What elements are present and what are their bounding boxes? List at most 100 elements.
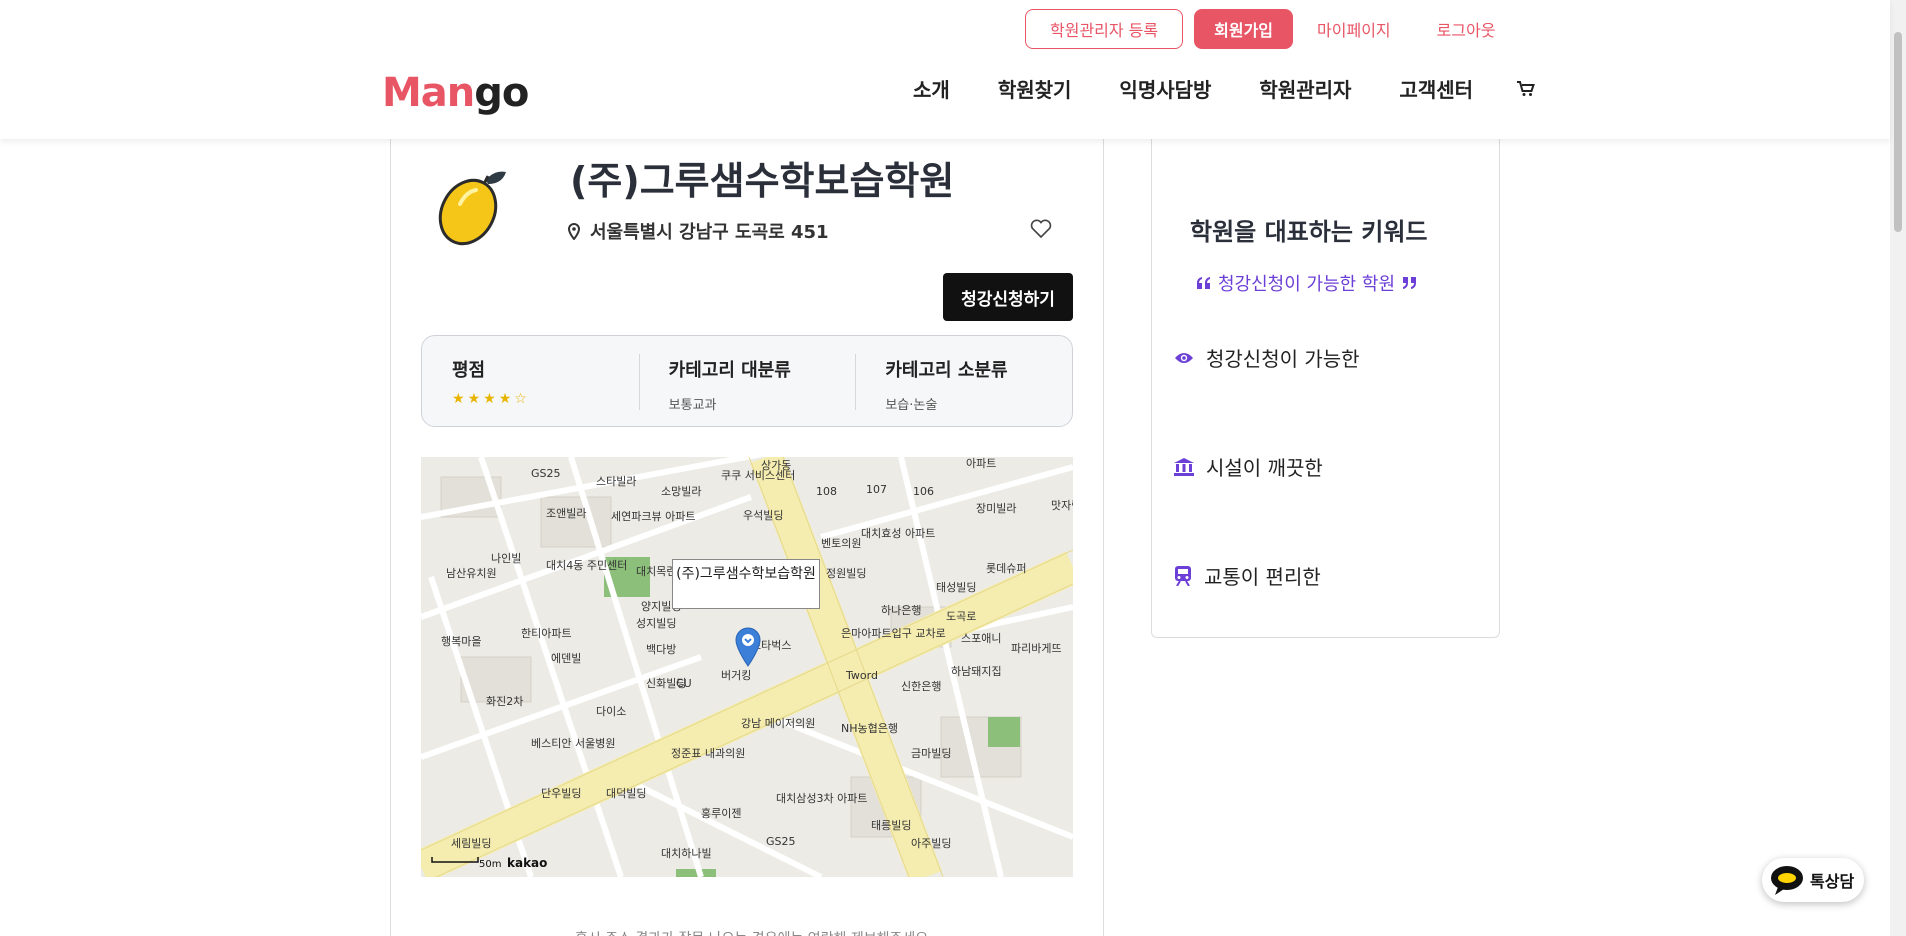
map-place-label: 은마아파트입구 교차로 [841,627,946,640]
map-place-label: 하나은행 [881,603,921,617]
map-place-label: 맛자랑빌딩 [1051,499,1073,512]
map-place-label: 강남 메이저의원 [741,717,815,730]
nav-item-intro[interactable]: 소개 [913,74,950,103]
map-place-label: 백다방 [646,643,676,656]
map-place-label: 에덴빌 [551,652,581,665]
map-place-label: 아주빌딩 [911,837,951,850]
academy-info-box: 평점 ★ ★ ★ ★ ☆ 카테고리 대분류 보통교과 카테고리 소분류 보습·논술 [421,335,1073,427]
major-category-cell: 카테고리 대분류 보통교과 [638,336,856,426]
map-place-label: 나인빌 [491,552,521,565]
logo-part2: go [474,70,529,116]
keyword-quote-text: 청강신청이 가능한 학원 [1218,274,1396,295]
map-place-label: 파리바게뜨 [1011,642,1062,655]
top-links: 학원관리자 등록 회원가입 마이페이지 로그아웃 [1025,9,1542,49]
map-place-label: 쿠쿠 서비스센터 [721,469,795,482]
quote-left-icon [1197,277,1210,289]
academy-admin-register-button[interactable]: 학원관리자 등록 [1025,9,1184,49]
map-place-label: GS25 [766,835,796,848]
map-place-label: 스포애니 [961,632,1001,645]
map-place-label: Tword [845,669,878,682]
map-place-label: 108 [816,485,837,498]
eye-icon [1175,352,1193,363]
map-place-label: 행복마을 [441,635,481,648]
logo[interactable]: Mango [382,70,529,116]
keyword-title: 학원을 대표하는 키워드 [1190,218,1428,246]
mango-icon [438,171,506,246]
map-place-label: 홍루이젠 [701,806,741,820]
rating-label: 평점 [452,360,486,381]
minor-category-label: 카테고리 소분류 [885,360,1008,381]
keyword-item-label: 청강신청이 가능한 [1206,347,1360,371]
kakao-logo: kakao [507,856,548,870]
kakao-map[interactable]: 상가동 GS25 스타빌라 소망빌라 쿠쿠 서비스센터 108 107 106 아파트 장미빌라 맛… [421,457,1073,877]
signup-button[interactable]: 회원가입 [1194,9,1294,49]
map-place-label: 정준표 내과의원 [671,747,745,760]
scale-bar-icon [431,857,479,863]
map-place-label: 장미빌라 [976,502,1016,515]
star-empty-icon: ☆ [514,391,527,407]
map-place-label: 단우빌딩 [541,787,581,800]
keyword-item-facility: 시설이 깨끗한 [1174,452,1323,481]
map-place-label: 106 [913,485,934,498]
map-place-label: 도곡로 [946,610,976,623]
chat-bubble-icon [1771,866,1803,895]
page: 학원관리자 등록 회원가입 마이페이지 로그아웃 Mango 소개 학원찾기 익… [0,0,1906,936]
map-place-label: 스타빌라 [596,475,636,488]
map-place-label: 베스티안 서울병원 [531,737,615,750]
map-place-label: 대치4동 주민센터 [546,559,627,572]
rating-stars: ★ ★ ★ ★ ☆ [452,392,639,406]
major-category-value: 보통교과 [668,398,717,413]
star-filled-icon: ★ [452,391,465,407]
map-place-label: 성지빌딩 [636,617,676,630]
map-place-label: NH농협은행 [841,722,898,735]
heart-icon[interactable] [1030,219,1052,239]
page-scrollbar[interactable] [1890,0,1906,936]
minor-category-value: 보습·논술 [885,398,938,413]
scrollbar-thumb[interactable] [1894,32,1902,232]
map-place-label: 대치효성 아파트 [861,527,935,540]
map-tiles: 상가동GS25스타빌라소망빌라쿠쿠 서비스센터108 107 106아파트장미빌라 맛… [421,457,1073,877]
map-place-label: 우석빌딩 [743,509,783,522]
map-place-label: GS25 [531,467,561,480]
header: 학원관리자 등록 회원가입 마이페이지 로그아웃 Mango 소개 학원찾기 익… [0,0,1890,139]
mypage-link[interactable]: 마이페이지 [1317,17,1391,41]
map-place-label: 조앤빌라 [546,507,586,520]
subway-icon [1175,565,1191,586]
academy-name: (주)그루샘수학보습학원 [570,159,955,203]
map-info-window: (주)그루샘수학보습학원 [672,559,820,609]
star-filled-icon: ★ [467,391,481,407]
map-place-label: 금마빌딩 [911,747,951,760]
audit-apply-button[interactable]: 청강신청하기 [943,273,1073,321]
cart-icon[interactable] [1517,80,1535,97]
map-place-label: 화진2차 [486,695,523,708]
star-filled-icon: ★ [498,391,512,407]
keyword-item-transport: 교통이 편리한 [1174,561,1321,590]
nav-item-academy-admin[interactable]: 학원관리자 [1259,74,1351,103]
keyword-item-label: 시설이 깨끗한 [1206,456,1323,480]
map-place-label: 태릉빌딩 [871,819,911,832]
map-place-label: 107 [866,483,887,496]
map-place-label: 대치하나빌 [661,846,712,860]
nav-item-find-academy[interactable]: 학원찾기 [998,74,1072,103]
logout-link[interactable]: 로그아웃 [1437,17,1496,41]
map-place-label: 다이소 [596,705,626,718]
map-place-label: 롯데슈퍼 [986,562,1026,575]
academy-address-text: 서울특별시 강남구 도곡로 451 [590,222,829,243]
map-place-label: 벤토의원 [821,537,861,550]
nav-item-anonymous-chat[interactable]: 익명사담방 [1119,74,1211,103]
chat-consult-label: 톡상담 [1810,872,1855,891]
map-place-label: 한티아파트 [521,627,572,640]
map-scale-label: 50m [479,859,502,870]
major-category-label: 카테고리 대분류 [668,360,791,381]
map-place-label: 세림빌딩 [451,837,491,850]
chat-consult-button[interactable]: 톡상담 [1762,858,1864,902]
keyword-item-label: 교통이 편리한 [1204,565,1321,589]
keyword-item-audit: 청강신청이 가능한 [1174,343,1360,372]
rating-cell: 평점 ★ ★ ★ ★ ☆ [422,336,639,426]
map-place-label: CU [676,677,692,690]
map-marker-icon[interactable] [735,627,761,667]
minor-category-cell: 카테고리 소분류 보습·논술 [855,336,1072,426]
bank-icon [1174,457,1194,476]
nav-item-customer-center[interactable]: 고객센터 [1399,74,1473,103]
map-place-label: 태성빌딩 [936,581,976,594]
